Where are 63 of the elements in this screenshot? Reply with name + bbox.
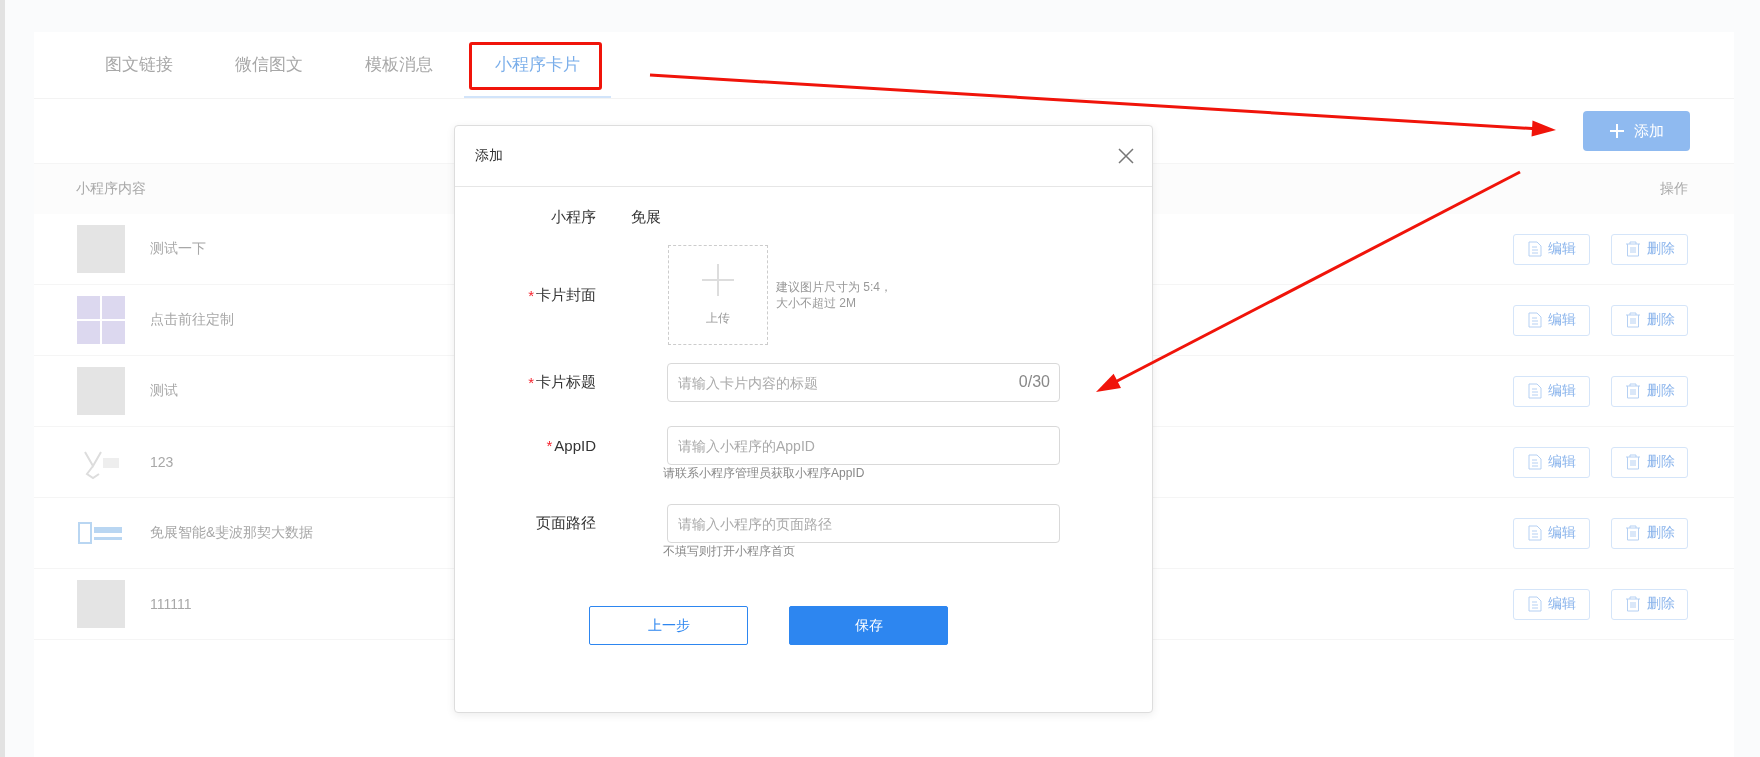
document-icon xyxy=(1527,596,1542,612)
photo-placeholder xyxy=(77,367,125,415)
tab[interactable]: 微信图文 xyxy=(204,32,334,98)
delete-button[interactable]: 删除 xyxy=(1611,446,1688,478)
field-label: 卡片封面 xyxy=(536,285,596,305)
column-header: 操作 xyxy=(1660,180,1688,198)
edit-button[interactable]: 编辑 xyxy=(1513,588,1590,620)
document-icon xyxy=(1527,241,1542,257)
required-mark: * xyxy=(528,286,534,304)
plus-icon xyxy=(1609,124,1624,138)
card-title: 免展智能&斐波那契大数据 xyxy=(150,524,314,542)
character-counter: 0/30 xyxy=(1018,373,1050,391)
field-label: 小程序 xyxy=(551,208,596,227)
field-label: AppID xyxy=(554,437,596,454)
delete-button[interactable]: 删除 xyxy=(1611,517,1688,549)
photo-placeholder xyxy=(77,225,125,273)
trash-icon xyxy=(1624,525,1641,541)
back-button[interactable]: 上一步 xyxy=(589,606,748,645)
edit-button[interactable]: 编辑 xyxy=(1513,446,1590,478)
field-label: 页面路径 xyxy=(536,514,596,533)
field-label: 卡片标题 xyxy=(536,373,596,392)
plus-icon xyxy=(702,263,734,296)
document-icon xyxy=(1527,383,1542,399)
trash-icon xyxy=(1624,241,1641,257)
trash-icon xyxy=(1624,383,1641,399)
column-header: 小程序内容 xyxy=(76,180,146,198)
photo-placeholder xyxy=(77,580,125,628)
card-title: 测试一下 xyxy=(150,240,206,258)
field-value: 免展 xyxy=(631,208,661,227)
upload-hint: 大小不超过 2M xyxy=(776,295,857,311)
delete-button[interactable]: 删除 xyxy=(1611,375,1688,407)
input-field[interactable]: 请输入小程序的AppID xyxy=(667,426,1060,465)
required-mark: * xyxy=(546,437,553,454)
help-text: 请联系小程序管理员获取小程序AppID xyxy=(663,466,866,480)
delete-button[interactable]: 删除 xyxy=(1611,304,1688,336)
add-button[interactable]: 添加 xyxy=(1583,111,1690,151)
document-icon xyxy=(1527,454,1542,470)
trash-icon xyxy=(1624,454,1641,470)
card-title: 测试 xyxy=(150,382,178,400)
card-title: 123 xyxy=(150,454,174,470)
dialog-title: 添加 xyxy=(475,147,503,165)
tab[interactable]: 小程序卡片 xyxy=(464,32,611,98)
upload-hint: 建议图片尺寸为 5:4， xyxy=(776,279,892,295)
edit-button[interactable]: 编辑 xyxy=(1513,375,1590,407)
delete-button[interactable]: 删除 xyxy=(1611,588,1688,620)
edit-button[interactable]: 编辑 xyxy=(1513,233,1590,265)
delete-button[interactable]: 删除 xyxy=(1611,233,1688,265)
tab[interactable]: 模板消息 xyxy=(334,32,464,98)
grid-tile-thumbnail xyxy=(77,296,125,344)
document-icon xyxy=(1527,525,1542,541)
trash-icon xyxy=(1624,312,1641,328)
tab[interactable]: 图文链接 xyxy=(74,32,204,98)
input-field[interactable]: 请输入小程序的页面路径 xyxy=(667,504,1060,543)
save-button[interactable]: 保存 xyxy=(789,606,948,645)
card-title: 111111 xyxy=(150,596,192,612)
card-title: 点击前往定制 xyxy=(150,311,234,329)
trash-icon xyxy=(1624,596,1641,612)
upload-area[interactable]: 上传 xyxy=(668,245,768,345)
edit-button[interactable]: 编辑 xyxy=(1513,517,1590,549)
document-icon xyxy=(1527,312,1542,328)
edit-button[interactable]: 编辑 xyxy=(1513,304,1590,336)
help-text: 不填写则打开小程序首页 xyxy=(663,544,796,558)
required-mark: * xyxy=(528,374,534,391)
